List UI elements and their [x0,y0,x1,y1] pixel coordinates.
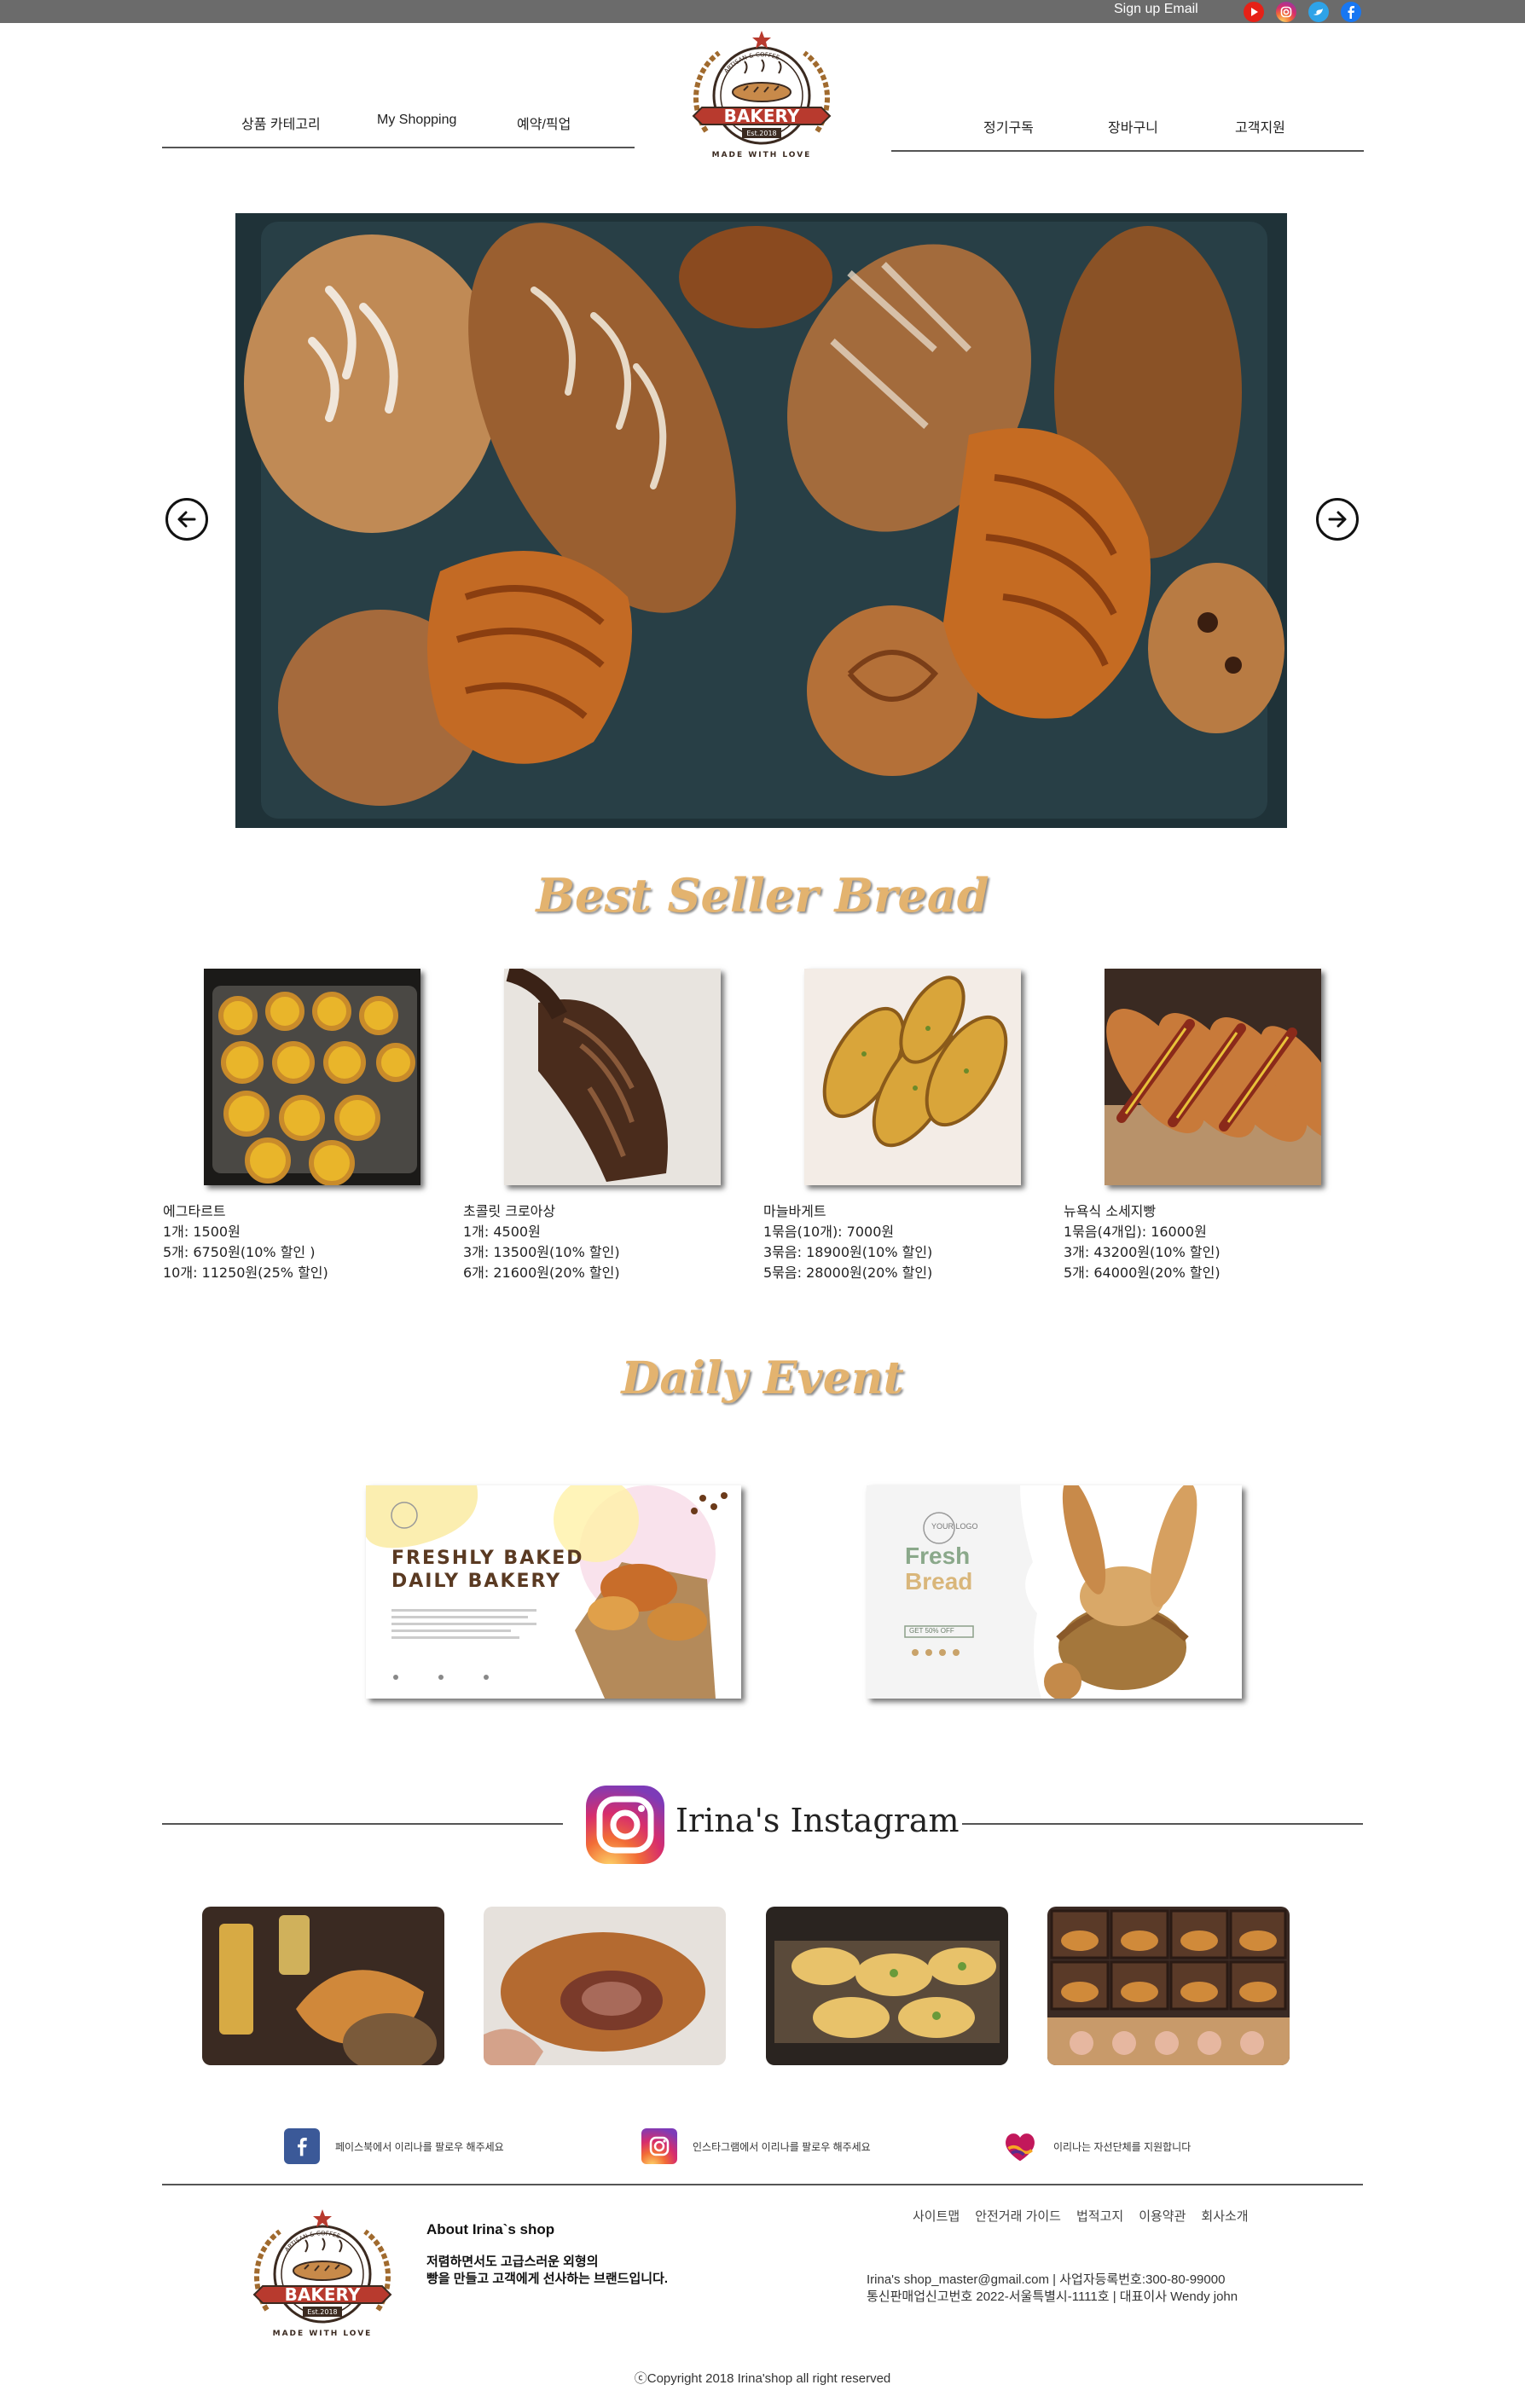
product-image-egg-tart[interactable] [204,969,420,1185]
product-image-sausage-bread[interactable] [1105,969,1321,1185]
product-card[interactable] [1105,969,1321,1185]
product-info-sausage-bread: 뉴욕식 소세지빵 1묶음(4개입): 16000원 3개: 43200원(10%… [1064,1200,1362,1282]
event-cta[interactable]: GET 50% OFF [909,1627,954,1635]
product-name: 마늘바게트 [763,1203,826,1219]
nav-item-category[interactable]: 상품 카테고리 [241,113,321,133]
follow-facebook[interactable]: 페이스북에서 이리나를 팔로우 해주세요 [284,2128,504,2164]
logo-tagline: MADE WITH LOVE [273,2330,373,2338]
daily-event-title: Daily Event [621,1352,904,1404]
logo-text: BAKERY [724,106,800,126]
event-headline: Bread [905,1568,973,1595]
instagram-title: Irina's Instagram [676,1802,960,1839]
follow-text: 페이스북에서 이리나를 팔로우 해주세요 [335,2140,504,2153]
product-price: 1묶음(4개입): 16000원 [1064,1224,1207,1240]
product-image-chocolate-croissant[interactable] [504,969,721,1185]
instagram-photo[interactable] [484,1907,726,2065]
product-name: 뉴욕식 소세지빵 [1064,1203,1157,1219]
instagram-photo[interactable] [202,1907,444,2065]
best-seller-title: Best Seller Bread [536,868,989,923]
product-card[interactable] [504,969,721,1185]
arrow-right-icon [1328,511,1347,528]
footer-link-legal[interactable]: 법적고지 [1076,2207,1123,2225]
event-headline: DAILY BAKERY [391,1571,562,1592]
product-card[interactable] [204,969,420,1185]
event-logo-placeholder: YOUR LOGO [931,1522,978,1531]
about-description: 저렴하면서도 고급스러운 외형의 빵을 만들고 고객에게 선사하는 브랜드입니다… [426,2254,668,2288]
twitter-icon[interactable] [1308,2,1329,22]
event-banner-freshly-baked[interactable]: FRESHLY BAKED DAILY BAKERY [366,1485,741,1699]
product-name: 에그타르트 [163,1203,226,1219]
company-info: Irina's shop_master@gmail.com | 사업자등록번호:… [867,2272,1238,2306]
product-image-garlic-baguette[interactable] [804,969,1021,1185]
product-name: 초콜릿 크로아상 [463,1203,556,1219]
copyright: ⓒCopyright 2018 Irina'shop all right res… [634,2371,891,2386]
charity-heart-icon [1002,2128,1038,2164]
about-line: 저렴하면서도 고급스러운 외형의 [426,2255,599,2269]
nav-item-subscription[interactable]: 정기구독 [983,116,1034,136]
instagram-icon[interactable] [1276,2,1296,22]
instagram-icon[interactable] [641,2128,677,2164]
top-bar: Sign up Email [0,0,1525,23]
hero-image [235,213,1287,828]
youtube-icon[interactable] [1244,2,1264,22]
event-headline: FRESHLY BAKED [391,1548,584,1569]
facebook-icon[interactable] [1341,2,1361,22]
charity-link[interactable]: 이리나는 자선단체를 지원합니다 [1002,2128,1191,2164]
nav-item-my-shopping[interactable]: My Shopping [377,113,456,128]
nav-item-support[interactable]: 고객지원 [1235,116,1285,136]
product-price: 3개: 13500원(10% 할인) [463,1244,620,1260]
product-info-egg-tart: 에그타르트 1개: 1500원 5개: 6750원(10% 할인 ) 10개: … [163,1200,461,1282]
slider-prev-button[interactable] [165,498,208,541]
footer-divider [162,2184,1363,2185]
divider [962,1823,1363,1825]
footer-link-company[interactable]: 회사소개 [1201,2207,1248,2225]
product-price: 1묶음(10개): 7000원 [763,1224,895,1240]
arrow-left-icon [177,511,196,528]
logo-est: Est.2018 [746,130,776,137]
product-price: 5묶음: 28000원(20% 할인) [763,1265,933,1281]
follow-instagram[interactable]: 인스타그램에서 이리나를 팔로우 해주세요 [641,2128,871,2164]
footer-bakery-logo[interactable]: ARTISAN & COFFEE BAKERY Est.2018 MADE WI… [241,2205,403,2355]
product-card[interactable] [804,969,1021,1185]
product-price: 10개: 11250원(25% 할인) [163,1265,328,1281]
product-info-chocolate-croissant: 초콜릿 크로아상 1개: 4500원 3개: 13500원(10% 할인) 6개… [463,1200,762,1282]
instagram-photo[interactable] [1047,1907,1290,2065]
nav-item-reservation[interactable]: 예약/픽업 [517,113,571,133]
product-price: 1개: 1500원 [163,1224,241,1240]
company-line: Irina's shop_master@gmail.com | 사업자등록번호:… [867,2272,1226,2287]
slider-next-button[interactable] [1316,498,1359,541]
about-line: 빵을 만들고 고객에게 선사하는 브랜드입니다. [426,2272,669,2286]
facebook-icon[interactable] [284,2128,320,2164]
logo-tagline: MADE WITH LOVE [712,151,812,159]
product-price: 3개: 43200원(10% 할인) [1064,1244,1221,1260]
follow-text: 인스타그램에서 이리나를 팔로우 해주세요 [693,2140,871,2153]
product-price: 3묶음: 18900원(10% 할인) [763,1244,933,1260]
logo-est: Est.2018 [307,2308,337,2316]
divider [162,1823,563,1825]
event-banner-fresh-bread[interactable]: YOUR LOGO Fresh Bread GET 50% OFF [867,1485,1242,1699]
nav-right: 정기구독 장바구니 고객지원 [891,113,1364,152]
product-price: 5개: 6750원(10% 할인 ) [163,1244,316,1260]
footer-link-safe-trade[interactable]: 안전거래 가이드 [975,2207,1061,2225]
instagram-icon[interactable] [586,1786,664,1864]
company-line: 통신판매업신고번호 2022-서울특별시-1111호 | 대표이사 Wendy … [867,2289,1238,2304]
product-price: 5개: 64000원(20% 할인) [1064,1265,1221,1281]
product-info-garlic-baguette: 마늘바게트 1묶음(10개): 7000원 3묶음: 18900원(10% 할인… [763,1200,1062,1282]
instagram-photo[interactable] [766,1907,1008,2065]
product-price: 1개: 4500원 [463,1224,541,1240]
bakery-logo[interactable]: ARTISAN & COFFEE BAKERY Est.2018 MADE WI… [681,29,843,174]
bread-illustration [235,213,1287,828]
event-headline: Fresh [905,1543,971,1569]
nav-item-cart[interactable]: 장바구니 [1108,116,1158,136]
footer-link-terms[interactable]: 이용약관 [1139,2207,1186,2225]
follow-text: 이리나는 자선단체를 지원합니다 [1053,2140,1192,2153]
nav-left: 상품 카테고리 My Shopping 예약/픽업 [162,109,635,148]
footer-link-sitemap[interactable]: 사이트맵 [913,2207,960,2225]
about-title: About Irina`s shop [426,2221,555,2237]
logo-text: BAKERY [285,2284,361,2305]
signup-email-link[interactable]: Sign up Email [1114,2,1198,17]
product-price: 6개: 21600원(20% 할인) [463,1265,620,1281]
footer-links: 사이트맵 안전거래 가이드 법적고지 이용약관 회사소개 [913,2207,1249,2225]
